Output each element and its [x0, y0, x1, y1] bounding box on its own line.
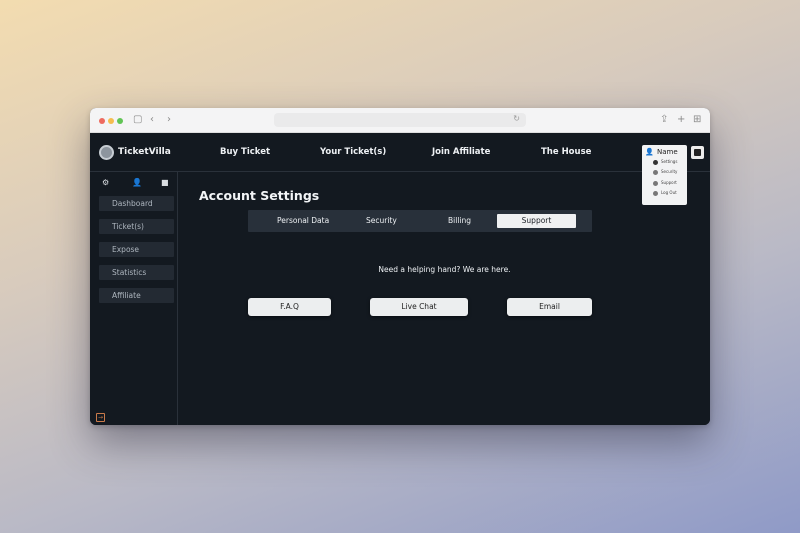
sidebar-item-dashboard[interactable]: Dashboard — [99, 196, 174, 211]
forward-icon[interactable]: › — [167, 114, 171, 126]
sidebar-icon-row: ⚙ 👤 ■ — [90, 178, 178, 190]
tab-overview-icon[interactable]: ⊞ — [693, 114, 701, 126]
share-icon[interactable]: ⇪ — [660, 114, 668, 126]
profile-menu-settings[interactable]: Settings — [653, 159, 677, 165]
live-chat-button[interactable]: Live Chat — [370, 298, 468, 316]
exit-icon[interactable]: → — [96, 413, 105, 422]
nav-join-affiliate[interactable]: Join Affiliate — [432, 147, 490, 157]
browser-window: ▢ ‹ › ↻ ⇪ + ⊞ TicketVilla Buy Ticket You… — [90, 108, 710, 425]
zoom-window-button[interactable] — [117, 118, 123, 124]
sidebar-item-tickets[interactable]: Ticket(s) — [99, 219, 174, 234]
nav-the-house[interactable]: The House — [541, 147, 591, 157]
gear-icon[interactable]: ⚙ — [102, 178, 109, 187]
address-bar[interactable]: ↻ — [274, 113, 526, 127]
tab-billing[interactable]: Billing — [448, 216, 471, 225]
user-icon[interactable]: 👤 — [132, 178, 142, 187]
square-icon[interactable]: ■ — [161, 178, 169, 187]
help-text: Need a helping hand? We are here. — [378, 265, 511, 274]
main-content: Account Settings Personal Data Security … — [179, 172, 710, 425]
email-button[interactable]: Email — [507, 298, 592, 316]
profile-name[interactable]: Name — [657, 148, 678, 156]
new-tab-icon[interactable]: + — [677, 114, 685, 126]
close-window-button[interactable] — [99, 118, 105, 124]
top-navigation: TicketVilla Buy Ticket Your Ticket(s) Jo… — [90, 133, 710, 205]
logo-icon[interactable] — [99, 145, 114, 160]
minimize-window-button[interactable] — [108, 118, 114, 124]
sidebar-item-expose[interactable]: Expose — [99, 242, 174, 257]
profile-menu-label: Settings — [661, 159, 678, 164]
tab-support[interactable]: Support — [497, 214, 576, 228]
faq-button[interactable]: F.A.Q — [248, 298, 331, 316]
browser-titlebar: ▢ ‹ › ↻ ⇪ + ⊞ — [90, 108, 710, 133]
settings-icon — [653, 159, 658, 165]
sidebar-toggle-icon[interactable]: ▢ — [133, 114, 142, 126]
reload-icon[interactable]: ↻ — [513, 114, 520, 123]
nav-buy-ticket[interactable]: Buy Ticket — [220, 147, 270, 157]
settings-tabs: Personal Data Security Billing Support — [248, 210, 592, 232]
tab-personal-data[interactable]: Personal Data — [277, 216, 329, 225]
tab-security[interactable]: Security — [366, 216, 397, 225]
brand-name[interactable]: TicketVilla — [118, 147, 171, 157]
nav-your-tickets[interactable]: Your Ticket(s) — [320, 147, 386, 157]
sidebar-item-statistics[interactable]: Statistics — [99, 265, 174, 280]
app-content: TicketVilla Buy Ticket Your Ticket(s) Jo… — [90, 133, 710, 425]
sidebar: ⚙ 👤 ■ Dashboard Ticket(s) Expose Statist… — [90, 172, 178, 425]
theme-toggle-button[interactable] — [691, 146, 704, 159]
sidebar-item-affiliate[interactable]: Affiliate — [99, 288, 174, 303]
back-icon[interactable]: ‹ — [150, 114, 154, 126]
page-title: Account Settings — [199, 188, 320, 203]
user-icon: 👤 — [645, 148, 654, 156]
